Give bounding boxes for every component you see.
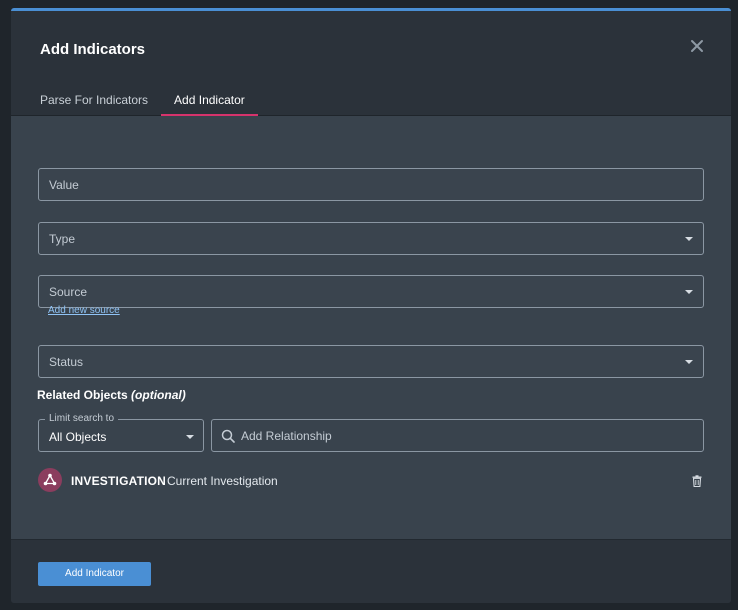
limit-search-value: All Objects: [49, 430, 107, 444]
related-object-name: Current Investigation: [167, 474, 278, 488]
related-object-row: INVESTIGATION Current Investigation: [38, 468, 704, 494]
add-indicator-button[interactable]: Add Indicator: [38, 562, 151, 586]
close-icon: [691, 40, 703, 52]
add-relationship-input[interactable]: Add Relationship: [211, 419, 704, 452]
value-field-label: Value: [49, 178, 79, 192]
modal-body: Value Type Source Add new source Status …: [11, 116, 731, 539]
tab-add-indicator[interactable]: Add Indicator: [161, 89, 258, 116]
modal-footer: Add Indicator: [11, 539, 731, 603]
chevron-down-icon: [186, 435, 194, 439]
limit-search-legend: Limit search to: [45, 413, 119, 425]
status-select-label: Status: [49, 355, 84, 369]
source-select[interactable]: Source: [38, 275, 704, 308]
close-button[interactable]: [689, 38, 705, 54]
modal-tabs: Parse For Indicators Add Indicator: [32, 89, 258, 116]
add-relationship-placeholder: Add Relationship: [241, 429, 332, 443]
investigation-icon: [38, 468, 62, 492]
type-select[interactable]: Type: [38, 222, 704, 255]
add-new-source-link[interactable]: Add new source: [48, 305, 120, 316]
source-select-label: Source: [49, 285, 88, 299]
status-select[interactable]: Status: [38, 345, 704, 378]
related-objects-title: Related Objects: [37, 388, 128, 402]
trash-icon[interactable]: [692, 475, 702, 487]
modal-title: Add Indicators: [40, 41, 146, 58]
related-objects-heading: Related Objects (optional): [37, 388, 186, 402]
chevron-down-icon: [685, 360, 693, 364]
chevron-down-icon: [685, 237, 693, 241]
value-field[interactable]: Value: [38, 168, 704, 201]
limit-search-select[interactable]: Limit search to All Objects: [38, 413, 204, 452]
tab-parse-for-indicators[interactable]: Parse For Indicators: [32, 89, 156, 116]
modal-header: Add Indicators Parse For Indicators Add …: [11, 11, 731, 116]
search-icon: [221, 429, 235, 443]
type-select-label: Type: [49, 232, 76, 246]
chevron-down-icon: [685, 290, 693, 294]
add-indicators-modal: Add Indicators Parse For Indicators Add …: [11, 8, 731, 603]
related-objects-optional: (optional): [131, 388, 186, 402]
related-object-type: INVESTIGATION: [71, 474, 167, 488]
